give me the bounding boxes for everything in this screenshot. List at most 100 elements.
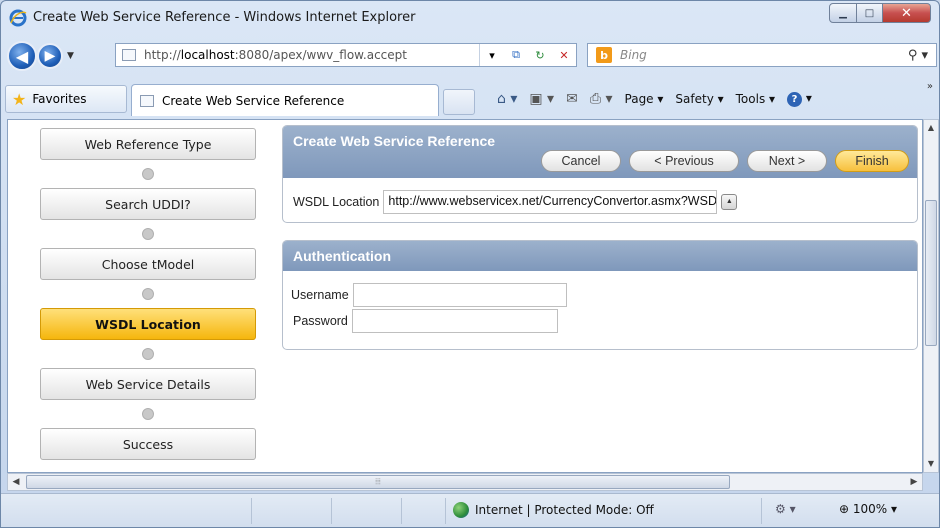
page-menu[interactable]: Page ▾ <box>625 92 664 106</box>
minimize-button[interactable]: ▁ <box>829 3 857 23</box>
minimize-icon: ▁ <box>839 7 847 19</box>
next-button[interactable]: Next > <box>747 150 827 172</box>
step-connector <box>40 220 256 248</box>
close-icon: ✕ <box>901 5 912 21</box>
maximize-icon: □ <box>864 7 875 19</box>
recent-pages-dropdown[interactable]: ▼ <box>67 51 74 61</box>
vertical-scroll-thumb[interactable] <box>925 200 937 346</box>
step-wsdl-location[interactable]: WSDL Location <box>40 308 256 340</box>
password-label: Password <box>293 314 348 328</box>
step-web-service-details[interactable]: Web Service Details <box>40 368 256 400</box>
feeds-icon[interactable]: ▣ ▾ <box>529 91 554 107</box>
finish-button[interactable]: Finish <box>835 150 909 172</box>
status-divider <box>251 498 252 524</box>
status-divider <box>445 498 446 524</box>
step-choose-tmodel[interactable]: Choose tModel <box>40 248 256 280</box>
search-input[interactable]: Bing <box>620 48 900 62</box>
step-connector <box>40 400 256 428</box>
vertical-scrollbar[interactable]: ▲ ▼ <box>923 119 939 473</box>
url-rest: :8080/apex/wwv_flow.accept <box>234 48 407 62</box>
authentication-region: Authentication Username Password <box>282 240 918 350</box>
compatibility-view-icon[interactable]: ⧉ <box>504 48 528 62</box>
security-zone[interactable]: Internet | Protected Mode: Off <box>453 502 654 518</box>
navigation-bar: ◀ ▶ ▼ http://localhost:8080/apex/wwv_flo… <box>1 35 939 77</box>
wizard-buttons: Cancel < Previous Next > Finish <box>541 150 909 172</box>
wsdl-location-input[interactable]: http://www.webservicex.net/CurrencyConve… <box>383 190 718 214</box>
new-tab-button[interactable] <box>443 89 475 115</box>
create-web-service-region: Create Web Service Reference Cancel < Pr… <box>282 125 918 223</box>
search-box[interactable]: b Bing ⚲ ▾ <box>587 43 937 67</box>
back-arrow-icon: ◀ <box>15 46 29 66</box>
step-connector <box>40 280 256 308</box>
internet-globe-icon <box>453 502 469 518</box>
username-row: Username <box>291 283 567 307</box>
forward-arrow-icon: ▶ <box>44 48 56 64</box>
forward-button[interactable]: ▶ <box>37 43 63 69</box>
page-icon <box>122 49 136 61</box>
tab-create-web-service-reference[interactable]: Create Web Service Reference <box>131 84 439 116</box>
favorites-bar: ★ Favorites Create Web Service Reference… <box>1 79 939 119</box>
help-menu[interactable]: ? ▾ <box>787 91 812 107</box>
home-icon[interactable]: ⌂ ▾ <box>497 91 517 107</box>
step-web-reference-type[interactable]: Web Reference Type <box>40 128 256 160</box>
window-controls: ▁ □ ✕ <box>829 3 931 23</box>
more-chevron-icon[interactable]: » <box>927 81 933 92</box>
address-dropdown-icon[interactable]: ▾ <box>480 49 504 62</box>
address-buttons: ▾ ⧉ ↻ ✕ <box>479 44 576 66</box>
username-field[interactable] <box>352 283 567 307</box>
zone-text: Internet | Protected Mode: Off <box>475 503 654 517</box>
search-icon[interactable]: ⚲ ▾ <box>900 48 936 63</box>
tab-page-icon <box>140 94 154 107</box>
title-bar: Create Web Service Reference - Windows I… <box>1 1 939 35</box>
browser-window: Create Web Service Reference - Windows I… <box>0 0 940 528</box>
print-icon[interactable]: ⎙ ▾ <box>590 91 613 107</box>
tools-menu[interactable]: Tools ▾ <box>736 92 775 106</box>
previous-button[interactable]: < Previous <box>629 150 739 172</box>
password-row: Password <box>293 309 558 333</box>
back-button[interactable]: ◀ <box>7 41 37 71</box>
favorites-label: Favorites <box>32 92 87 106</box>
scroll-down-icon[interactable]: ▼ <box>924 456 938 472</box>
refresh-icon[interactable]: ↻ <box>528 49 552 62</box>
zoom-icon: ⊕ <box>839 502 850 516</box>
password-field[interactable] <box>351 309 558 333</box>
zoom-level[interactable]: ⊕ 100% ▾ <box>839 502 897 516</box>
zoom-value: 100% <box>852 502 888 516</box>
horizontal-scroll-thumb[interactable]: ⦙⦙⦙ <box>26 475 730 489</box>
step-search-uddi[interactable]: Search UDDI? <box>40 188 256 220</box>
scroll-up-icon[interactable]: ▲ <box>924 120 938 136</box>
scroll-right-icon[interactable]: ▶ <box>906 474 922 490</box>
wsdl-location-row: WSDL Location http://www.webservicex.net… <box>293 190 738 214</box>
command-bar: ⌂ ▾ ▣ ▾ ✉ ⎙ ▾ Page ▾ Safety ▾ Tools ▾ ? … <box>497 91 812 107</box>
wizard-steps: Web Reference Type Search UDDI? Choose t… <box>40 128 256 460</box>
safety-menu[interactable]: Safety ▾ <box>675 92 723 106</box>
window-title: Create Web Service Reference - Windows I… <box>33 10 416 25</box>
bing-logo-icon: b <box>596 47 612 63</box>
status-bar: Internet | Protected Mode: Off ⚙ ▾ ⊕ 100… <box>1 493 939 527</box>
horizontal-scrollbar[interactable]: ◀ ⦙⦙⦙ ▶ <box>7 473 923 491</box>
wsdl-location-label: WSDL Location <box>293 195 380 209</box>
username-label: Username <box>291 288 349 302</box>
tab-title: Create Web Service Reference <box>162 93 345 108</box>
step-success[interactable]: Success <box>40 428 256 460</box>
protected-mode-icon[interactable]: ⚙ ▾ <box>775 502 796 516</box>
favorites-star-icon: ★ <box>12 89 27 109</box>
address-input[interactable]: http://localhost:8080/apex/wwv_flow.acce… <box>144 48 479 62</box>
address-bar[interactable]: http://localhost:8080/apex/wwv_flow.acce… <box>115 43 577 67</box>
favorites-button[interactable]: ★ Favorites <box>5 85 127 113</box>
page-content: Web Reference Type Search UDDI? Choose t… <box>7 119 923 473</box>
step-connector <box>40 160 256 188</box>
cancel-button[interactable]: Cancel <box>541 150 621 172</box>
maximize-button[interactable]: □ <box>857 3 883 23</box>
close-button[interactable]: ✕ <box>883 3 931 23</box>
scroll-left-icon[interactable]: ◀ <box>8 474 24 490</box>
stop-icon[interactable]: ✕ <box>552 49 576 62</box>
step-connector <box>40 340 256 368</box>
status-divider <box>401 498 402 524</box>
authentication-title: Authentication <box>283 241 917 271</box>
url-host: localhost <box>180 48 235 62</box>
status-divider <box>761 498 762 524</box>
url-prefix: http:// <box>144 48 181 62</box>
popup-arrow-icon[interactable]: ▲ <box>721 194 738 210</box>
mail-icon[interactable]: ✉ <box>566 91 578 107</box>
